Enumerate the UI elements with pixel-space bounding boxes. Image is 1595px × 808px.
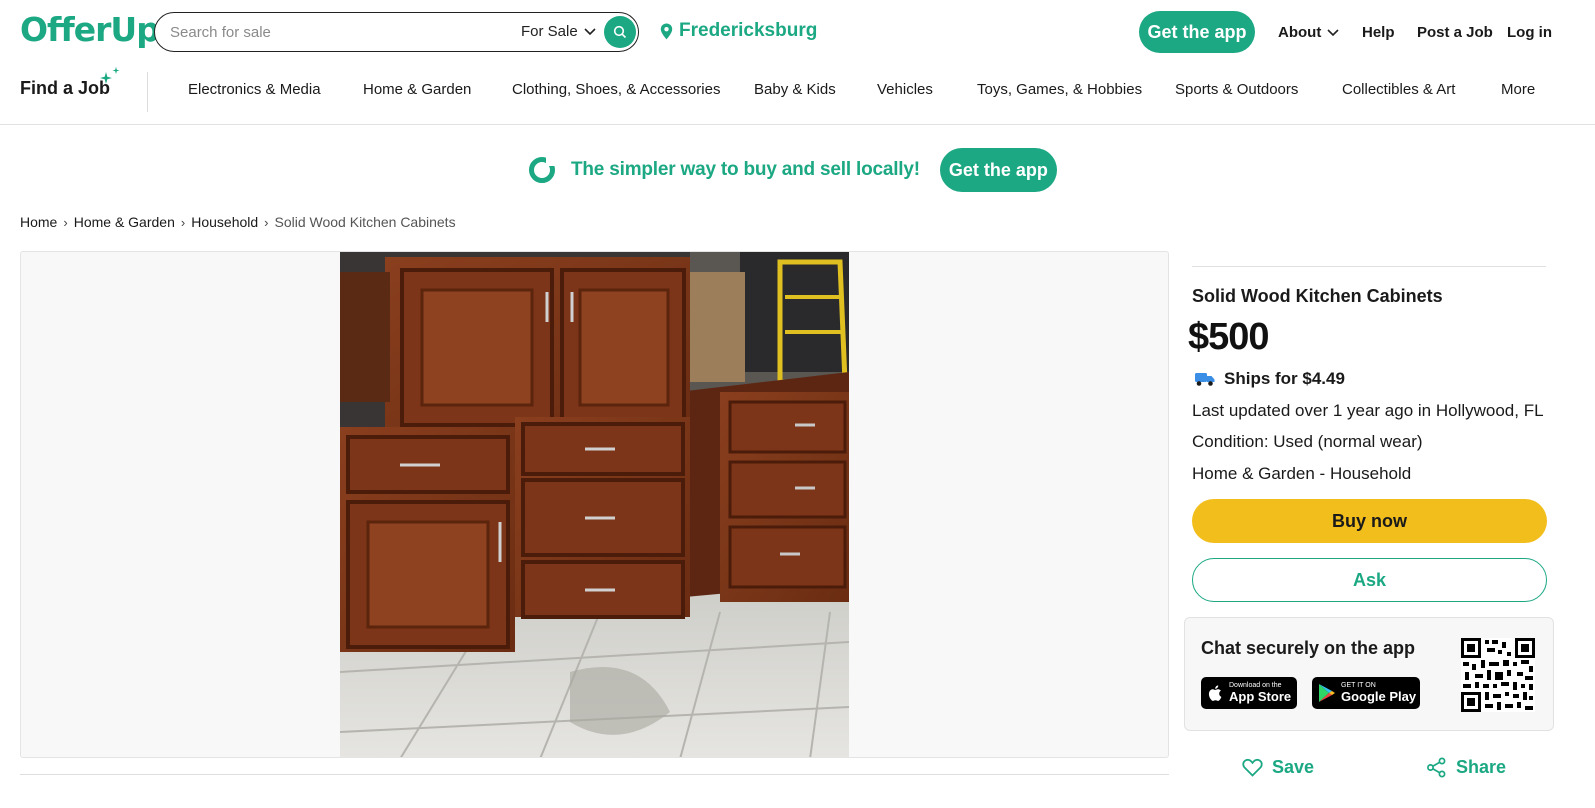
location-pin-icon [660, 23, 673, 39]
help-link[interactable]: Help [1362, 24, 1395, 41]
breadcrumb-household[interactable]: Household [191, 214, 258, 230]
search-button[interactable] [604, 16, 636, 48]
category-baby-kids[interactable]: Baby & Kids [754, 81, 836, 98]
offerup-mark-icon [529, 157, 555, 183]
breadcrumb: Home › Home & Garden › Household › Solid… [20, 214, 456, 230]
about-menu[interactable]: About [1278, 24, 1339, 41]
search-bar: For Sale [154, 12, 639, 52]
breadcrumb-separator-icon: › [264, 214, 269, 230]
promo-get-app-button[interactable]: Get the app [939, 148, 1057, 192]
location-label: Fredericksburg [679, 20, 818, 41]
shipping-truck-icon [1195, 373, 1215, 386]
category-home-garden[interactable]: Home & Garden [363, 81, 471, 98]
app-store-badge[interactable]: Download on the App Store [1201, 677, 1297, 709]
google-play-icon [1319, 684, 1335, 702]
app-store-label: App Store [1229, 689, 1292, 704]
app-promo-banner: The simpler way to buy and sell locally!… [527, 148, 1057, 192]
chat-card-title: Chat securely on the app [1201, 638, 1416, 658]
search-scope-label: For Sale [521, 23, 578, 40]
save-button[interactable]: Save [1242, 757, 1314, 778]
category-toys-games-hobbies[interactable]: Toys, Games, & Hobbies [977, 81, 1142, 98]
sparkle-icon [100, 67, 120, 84]
ask-button[interactable]: Ask [1192, 558, 1547, 602]
category-clothing-shoes-accessories[interactable]: Clothing, Shoes, & Accessories [512, 81, 720, 98]
save-label: Save [1272, 757, 1315, 777]
category-vehicles[interactable]: Vehicles [877, 81, 933, 98]
listing-title: Solid Wood Kitchen Cabinets [1192, 286, 1443, 306]
google-play-badge[interactable]: GET IT ON Google Play [1312, 677, 1420, 709]
chevron-down-icon [1327, 28, 1339, 36]
top-header: OfferUp For Sale Fredericksburg Get the … [0, 0, 1595, 64]
get-app-button[interactable]: Get the app [1139, 11, 1255, 53]
category-electronics-media[interactable]: Electronics & Media [188, 81, 321, 98]
share-icon [1427, 757, 1446, 778]
chat-app-card: Chat securely on the app Download on the… [1184, 617, 1554, 731]
category-divider [147, 72, 148, 112]
apple-icon [1208, 685, 1222, 701]
chevron-down-icon [584, 27, 596, 35]
heart-icon [1242, 758, 1263, 777]
listing-price: $500 [1188, 316, 1270, 358]
listing-image-gallery[interactable] [20, 251, 1169, 758]
post-job-link[interactable]: Post a Job [1417, 24, 1493, 41]
breadcrumb-home[interactable]: Home [20, 214, 57, 230]
share-label: Share [1456, 757, 1507, 777]
listing-photo[interactable] [340, 252, 849, 758]
category-sports-outdoors[interactable]: Sports & Outdoors [1175, 81, 1298, 98]
shipping-info: Ships for $4.49 [1194, 369, 1345, 389]
last-updated-text: Last updated over 1 year ago in Hollywoo… [1192, 401, 1544, 420]
category-nav: Find a Job Electronics & Media Home & Ga… [0, 64, 1595, 125]
search-input[interactable] [170, 22, 500, 42]
breadcrumb-separator-icon: › [63, 214, 68, 230]
location-selector[interactable]: Fredericksburg [660, 20, 817, 42]
category-text[interactable]: Home & Garden - Household [1192, 464, 1411, 484]
google-play-label: Google Play [1341, 689, 1417, 704]
find-job-link[interactable]: Find a Job [20, 78, 110, 99]
about-label: About [1278, 24, 1322, 41]
breadcrumb-separator-icon: › [180, 214, 186, 230]
promo-text: The simpler way to buy and sell locally! [571, 159, 920, 180]
category-more[interactable]: More [1501, 81, 1535, 98]
qr-code-icon [1461, 638, 1535, 712]
breadcrumb-current: Solid Wood Kitchen Cabinets [274, 214, 456, 230]
offerup-logo[interactable]: OfferUp [20, 10, 160, 49]
share-button[interactable]: Share [1426, 757, 1506, 778]
category-collectibles-art[interactable]: Collectibles & Art [1342, 81, 1455, 98]
login-link[interactable]: Log in [1507, 24, 1552, 41]
buy-now-button[interactable]: Buy now [1192, 499, 1547, 543]
content-divider [20, 774, 1169, 775]
shipping-label: Ships for $4.49 [1224, 369, 1345, 388]
breadcrumb-home-garden[interactable]: Home & Garden [74, 214, 175, 230]
search-scope-dropdown[interactable]: For Sale [521, 23, 596, 40]
search-icon [613, 25, 627, 39]
condition-text: Condition: Used (normal wear) [1192, 432, 1423, 451]
detail-divider [1192, 266, 1546, 267]
